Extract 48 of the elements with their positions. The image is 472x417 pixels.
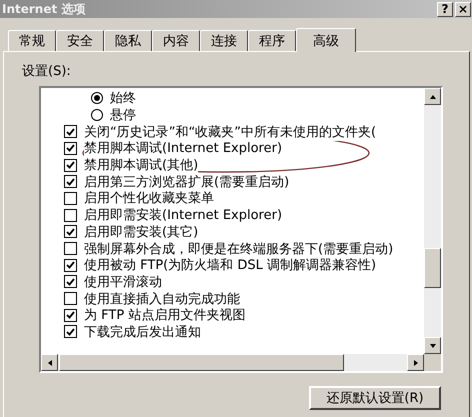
arrow-right-icon [412, 358, 420, 366]
option-label: 使用直接插入自动完成功能 [84, 290, 240, 308]
option-label: 下载完成后发出通知 [84, 322, 201, 341]
checkbox[interactable] [64, 158, 77, 172]
checkbox[interactable] [64, 192, 77, 205]
checkbox[interactable] [64, 292, 77, 306]
option-label: 启用即需安装(Internet Explorer) [84, 206, 282, 224]
tab[interactable]: 隐私 [104, 30, 152, 51]
checkbox[interactable] [64, 175, 77, 188]
tab[interactable]: 安全 [56, 30, 104, 51]
scroll-up-button[interactable] [424, 88, 441, 105]
option-label: 启用即需安装(其它) [84, 222, 198, 241]
checkbox[interactable] [64, 208, 77, 222]
scroll-thumb[interactable] [59, 354, 344, 371]
restore-defaults-button[interactable]: 还原默认设置(R) [309, 386, 441, 410]
horizontal-scrollbar[interactable] [41, 354, 424, 371]
checkbox[interactable] [64, 242, 77, 256]
scroll-down-button[interactable] [424, 337, 441, 354]
radio-button[interactable] [91, 109, 103, 122]
tab[interactable]: 内容 [152, 30, 200, 51]
tab[interactable]: 连接 [200, 30, 248, 51]
window-title: Internet 选项 [1, 0, 86, 18]
scroll-left-button[interactable] [41, 354, 58, 371]
tab[interactable]: 高级 [296, 28, 356, 52]
scroll-thumb[interactable] [424, 248, 441, 288]
checkbox[interactable] [64, 258, 77, 272]
scroll-right-button[interactable] [407, 354, 424, 371]
tab[interactable]: 程序 [248, 30, 296, 51]
scrollbar-corner [424, 354, 441, 371]
checkbox[interactable] [64, 308, 77, 322]
arrow-down-icon [428, 342, 436, 350]
arrow-up-icon [428, 92, 436, 100]
checkbox[interactable] [64, 142, 77, 155]
checkbox[interactable] [64, 125, 77, 138]
vertical-scrollbar[interactable] [424, 88, 441, 354]
checkbox[interactable] [64, 325, 77, 338]
option-label: 为 FTP 站点启用文件夹视图 [84, 306, 246, 324]
option-label: 启用第三方浏览器扩展(需要重启动) [84, 172, 290, 191]
radio-button[interactable] [91, 92, 103, 104]
tab[interactable]: 常规 [8, 30, 56, 51]
help-button[interactable]: ? [437, 2, 453, 16]
settings-label: 设置(S): [22, 63, 72, 80]
option-label: 使用平滑滚动 [84, 272, 162, 291]
checkbox[interactable] [64, 275, 77, 288]
checkbox[interactable] [64, 225, 77, 238]
arrow-left-icon [46, 358, 54, 366]
option-label: 强制屏幕外合成，即便是在终端服务器下(需要重启动) [84, 240, 394, 258]
close-button[interactable]: × [455, 2, 471, 16]
